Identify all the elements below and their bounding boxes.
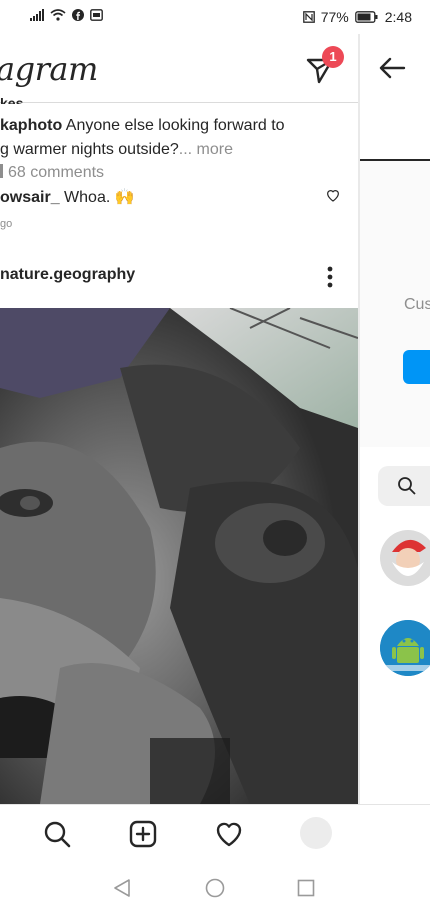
facebook-icon [72, 9, 84, 21]
cut-glyph [0, 164, 3, 178]
gallery-icon [90, 9, 103, 21]
add-post-icon[interactable] [128, 819, 158, 849]
heart-icon[interactable] [214, 819, 244, 849]
status-bar: 77% 2:48 [0, 0, 430, 34]
view-comments-link[interactable]: 68 comments [0, 164, 104, 182]
post-caption: kaphoto Anyone else looking forward to g… [0, 114, 350, 162]
status-right: 77% 2:48 [302, 9, 412, 25]
more-options-icon[interactable] [320, 264, 340, 290]
back-triangle-icon[interactable] [113, 878, 131, 898]
post-photo[interactable] [0, 308, 358, 804]
post-time: go [0, 218, 13, 230]
comment-text: Whoa. 🙌 [59, 189, 135, 206]
status-left [30, 9, 103, 21]
partial-label: Cus [404, 296, 430, 313]
wolf-photo [0, 308, 358, 804]
caption-username[interactable]: kaphoto [0, 117, 62, 134]
recents-square-icon[interactable] [297, 879, 315, 897]
feed-header: agram 1 [0, 34, 358, 103]
post-username[interactable]: nature.geography [0, 266, 135, 284]
notification-badge: 1 [322, 46, 344, 68]
wifi-icon [50, 9, 66, 21]
comments-count: 68 comments [8, 164, 105, 181]
back-arrow-icon[interactable] [376, 52, 408, 84]
instagram-logo: agram [0, 50, 98, 88]
nfc-icon [302, 11, 315, 23]
bottom-navigation [0, 804, 430, 865]
android-navigation-bar [0, 864, 430, 911]
profile-avatar[interactable] [300, 817, 332, 849]
santa-avatar-image [380, 530, 430, 586]
signal-icon [30, 9, 44, 21]
android-avatar-image [380, 620, 430, 676]
search-icon [398, 477, 416, 495]
comment: owsair_ Whoa. 🙌 [0, 186, 135, 210]
search-field[interactable] [378, 466, 430, 506]
feed-pane: agram 1 kes kaphoto Anyone else looking … [0, 34, 358, 804]
contact-avatar-android[interactable] [380, 620, 430, 676]
likes-cutoff-text: kes [0, 95, 24, 104]
comment-username[interactable]: owsair_ [0, 189, 60, 206]
search-icon[interactable] [42, 819, 72, 849]
caption-text: Anyone else looking forward to [62, 117, 285, 134]
clock: 2:48 [384, 9, 412, 25]
battery-percent: 77% [320, 9, 349, 25]
contact-avatar-santa[interactable] [380, 530, 430, 586]
partial-blue-button[interactable] [403, 350, 430, 384]
home-circle-icon[interactable] [205, 878, 225, 898]
battery-icon [354, 11, 378, 23]
more-link[interactable]: ... more [179, 141, 233, 158]
caption-line2: g warmer nights outside? [0, 141, 179, 158]
comment-like-icon[interactable] [325, 187, 341, 203]
direct-messages-pane: Cus [360, 34, 430, 804]
